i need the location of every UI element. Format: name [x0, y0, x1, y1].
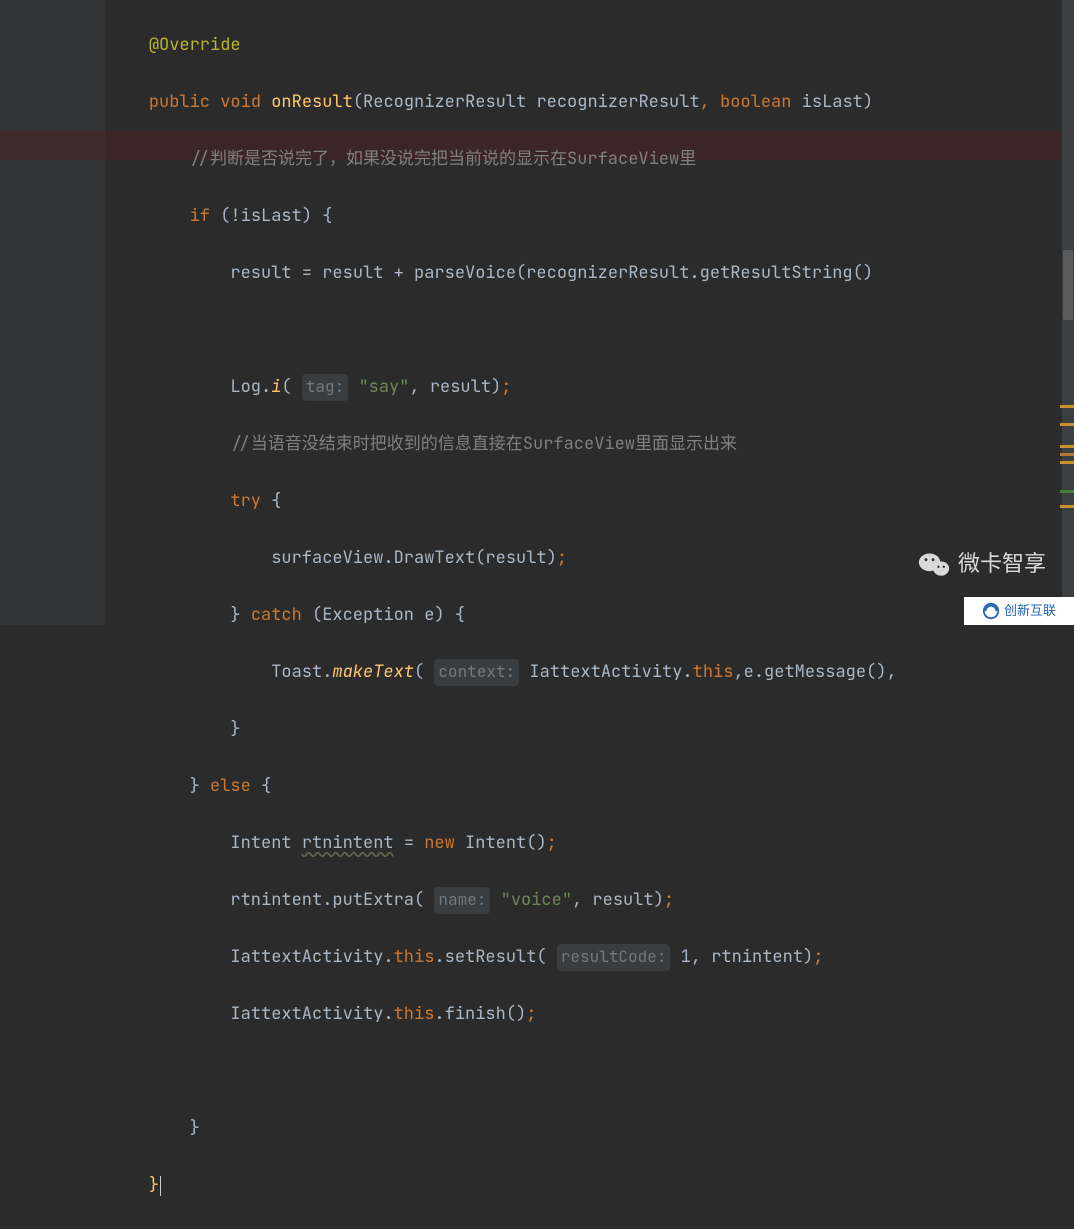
- kw-else: else: [210, 772, 251, 801]
- kw-if: if: [190, 202, 210, 231]
- brand-text: 创新互联: [1004, 600, 1056, 622]
- var-rtnintent: rtnintent: [302, 829, 394, 858]
- hint-tag: tag:: [302, 374, 348, 401]
- str-say: "say": [358, 373, 409, 402]
- text-caret: [160, 1176, 161, 1196]
- param-name-1: recognizerResult: [536, 88, 699, 117]
- code-editor[interactable]: @Override public void onResult(Recognize…: [108, 0, 1074, 1229]
- kw-void: void: [220, 88, 261, 117]
- closing-brace: }: [149, 1171, 159, 1200]
- hint-name: name:: [434, 887, 490, 914]
- kw-public: public: [149, 88, 210, 117]
- method-onresult: onResult: [271, 88, 353, 117]
- brand-watermark: 创新互联: [964, 597, 1074, 625]
- str-voice: "voice": [501, 886, 572, 915]
- hint-resultcode: resultCode:: [557, 944, 671, 971]
- param-type-2: boolean: [720, 88, 791, 117]
- kw-try: try: [230, 487, 261, 516]
- comment-1: //判断是否说完了，如果没说完把当前说的显示在SurfaceView里: [190, 145, 697, 174]
- wechat-icon: [918, 551, 950, 579]
- comment-2: //当语音没结束时把收到的信息直接在SurfaceView里面显示出来: [230, 430, 737, 459]
- fn-parsevoice: parseVoice: [414, 259, 516, 288]
- param-name-2: isLast: [802, 88, 863, 117]
- fn-drawtext: DrawText: [394, 544, 476, 573]
- param-type-1: RecognizerResult: [363, 88, 526, 117]
- fn-maketext: makeText: [332, 658, 414, 687]
- wechat-text: 微卡智享: [958, 546, 1046, 583]
- if-cond: (!isLast) {: [220, 202, 332, 231]
- annotation-override: @Override: [149, 31, 241, 60]
- brand-icon: [982, 602, 1000, 620]
- wechat-watermark: 微卡智享: [918, 546, 1046, 583]
- var-result-l: result: [230, 259, 291, 288]
- fn-log-i: i: [271, 373, 281, 402]
- editor-gutter: [0, 0, 105, 625]
- hint-context: context:: [434, 659, 519, 686]
- kw-catch: catch: [251, 601, 302, 630]
